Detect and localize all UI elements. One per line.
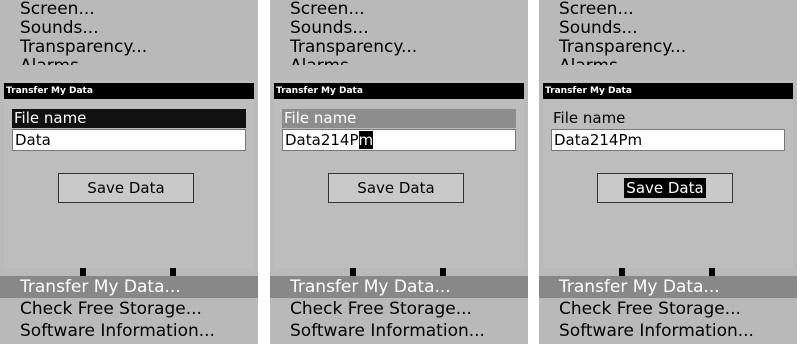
transfer-dialog: Transfer My Data File name Data214Pm Sav…	[543, 80, 793, 268]
menu-item-sounds[interactable]: Sounds...	[270, 19, 528, 38]
divider-tick	[80, 268, 86, 276]
menu-item-transparency[interactable]: Transparency...	[539, 38, 797, 57]
settings-menu-bottom: Transfer My Data... Check Free Storage..…	[0, 276, 258, 342]
screen-panel-3: Screen... Sounds... Transparency... Alar…	[539, 0, 797, 344]
menu-item-screen[interactable]: Screen...	[0, 0, 258, 19]
menu-item-transfer-my-data[interactable]: Transfer My Data...	[0, 276, 258, 298]
save-data-button[interactable]: Save Data	[328, 173, 464, 203]
dialog-title: Transfer My Data	[543, 83, 793, 99]
file-name-label[interactable]: File name	[551, 109, 785, 128]
menu-item-sounds[interactable]: Sounds...	[0, 19, 258, 38]
dialog-title: Transfer My Data	[274, 83, 524, 99]
menu-item-transfer-my-data[interactable]: Transfer My Data...	[270, 276, 528, 298]
screen-panel-2: Screen... Sounds... Transparency... Alar…	[270, 0, 528, 344]
file-name-label[interactable]: File name	[282, 109, 516, 128]
text-cursor: m	[358, 131, 374, 149]
menu-item-alarms[interactable]: Alarms	[539, 57, 797, 65]
menu-item-transparency[interactable]: Transparency...	[0, 38, 258, 57]
menu-item-check-free-storage[interactable]: Check Free Storage...	[270, 298, 528, 320]
menu-item-transfer-my-data[interactable]: Transfer My Data...	[539, 276, 797, 298]
divider-tick	[350, 268, 356, 276]
menu-item-transparency[interactable]: Transparency...	[270, 38, 528, 57]
divider-tick	[709, 268, 715, 276]
save-data-label: Save Data	[624, 178, 706, 198]
screen-panel-1: Screen... Sounds... Transparency... Alar…	[0, 0, 258, 344]
menu-item-software-information[interactable]: Software Information...	[0, 320, 258, 342]
menu-item-software-information[interactable]: Software Information...	[270, 320, 528, 342]
file-name-input[interactable]: Data214Pm	[551, 129, 785, 151]
menu-item-screen[interactable]: Screen...	[539, 0, 797, 19]
save-data-label: Save Data	[357, 179, 435, 197]
menu-item-screen[interactable]: Screen...	[270, 0, 528, 19]
save-data-button[interactable]: Save Data	[58, 173, 194, 203]
transfer-dialog: Transfer My Data File name Data Save Dat…	[4, 80, 254, 268]
settings-menu-bottom: Transfer My Data... Check Free Storage..…	[539, 276, 797, 342]
file-name-input[interactable]: Data214Pm	[282, 129, 516, 151]
divider-tick	[619, 268, 625, 276]
menu-item-sounds[interactable]: Sounds...	[539, 19, 797, 38]
dialog-title: Transfer My Data	[4, 83, 254, 99]
save-data-label: Save Data	[87, 179, 165, 197]
menu-item-alarms[interactable]: Alarms	[270, 57, 528, 65]
settings-menu-top: Screen... Sounds... Transparency... Alar…	[270, 0, 528, 65]
file-name-text: Data214P	[285, 131, 359, 149]
file-name-text: Data	[15, 131, 51, 149]
menu-item-software-information[interactable]: Software Information...	[539, 320, 797, 342]
save-data-button[interactable]: Save Data	[597, 173, 733, 203]
settings-menu-top: Screen... Sounds... Transparency... Alar…	[0, 0, 258, 65]
divider-tick	[440, 268, 446, 276]
settings-menu-top: Screen... Sounds... Transparency... Alar…	[539, 0, 797, 65]
menu-item-check-free-storage[interactable]: Check Free Storage...	[0, 298, 258, 320]
divider-tick	[170, 268, 176, 276]
menu-item-check-free-storage[interactable]: Check Free Storage...	[539, 298, 797, 320]
menu-item-alarms[interactable]: Alarms	[0, 57, 258, 65]
file-name-label[interactable]: File name	[12, 109, 246, 128]
transfer-dialog: Transfer My Data File name Data214Pm Sav…	[274, 80, 524, 268]
file-name-input[interactable]: Data	[12, 129, 246, 151]
settings-menu-bottom: Transfer My Data... Check Free Storage..…	[270, 276, 528, 342]
file-name-text: Data214Pm	[554, 131, 643, 149]
